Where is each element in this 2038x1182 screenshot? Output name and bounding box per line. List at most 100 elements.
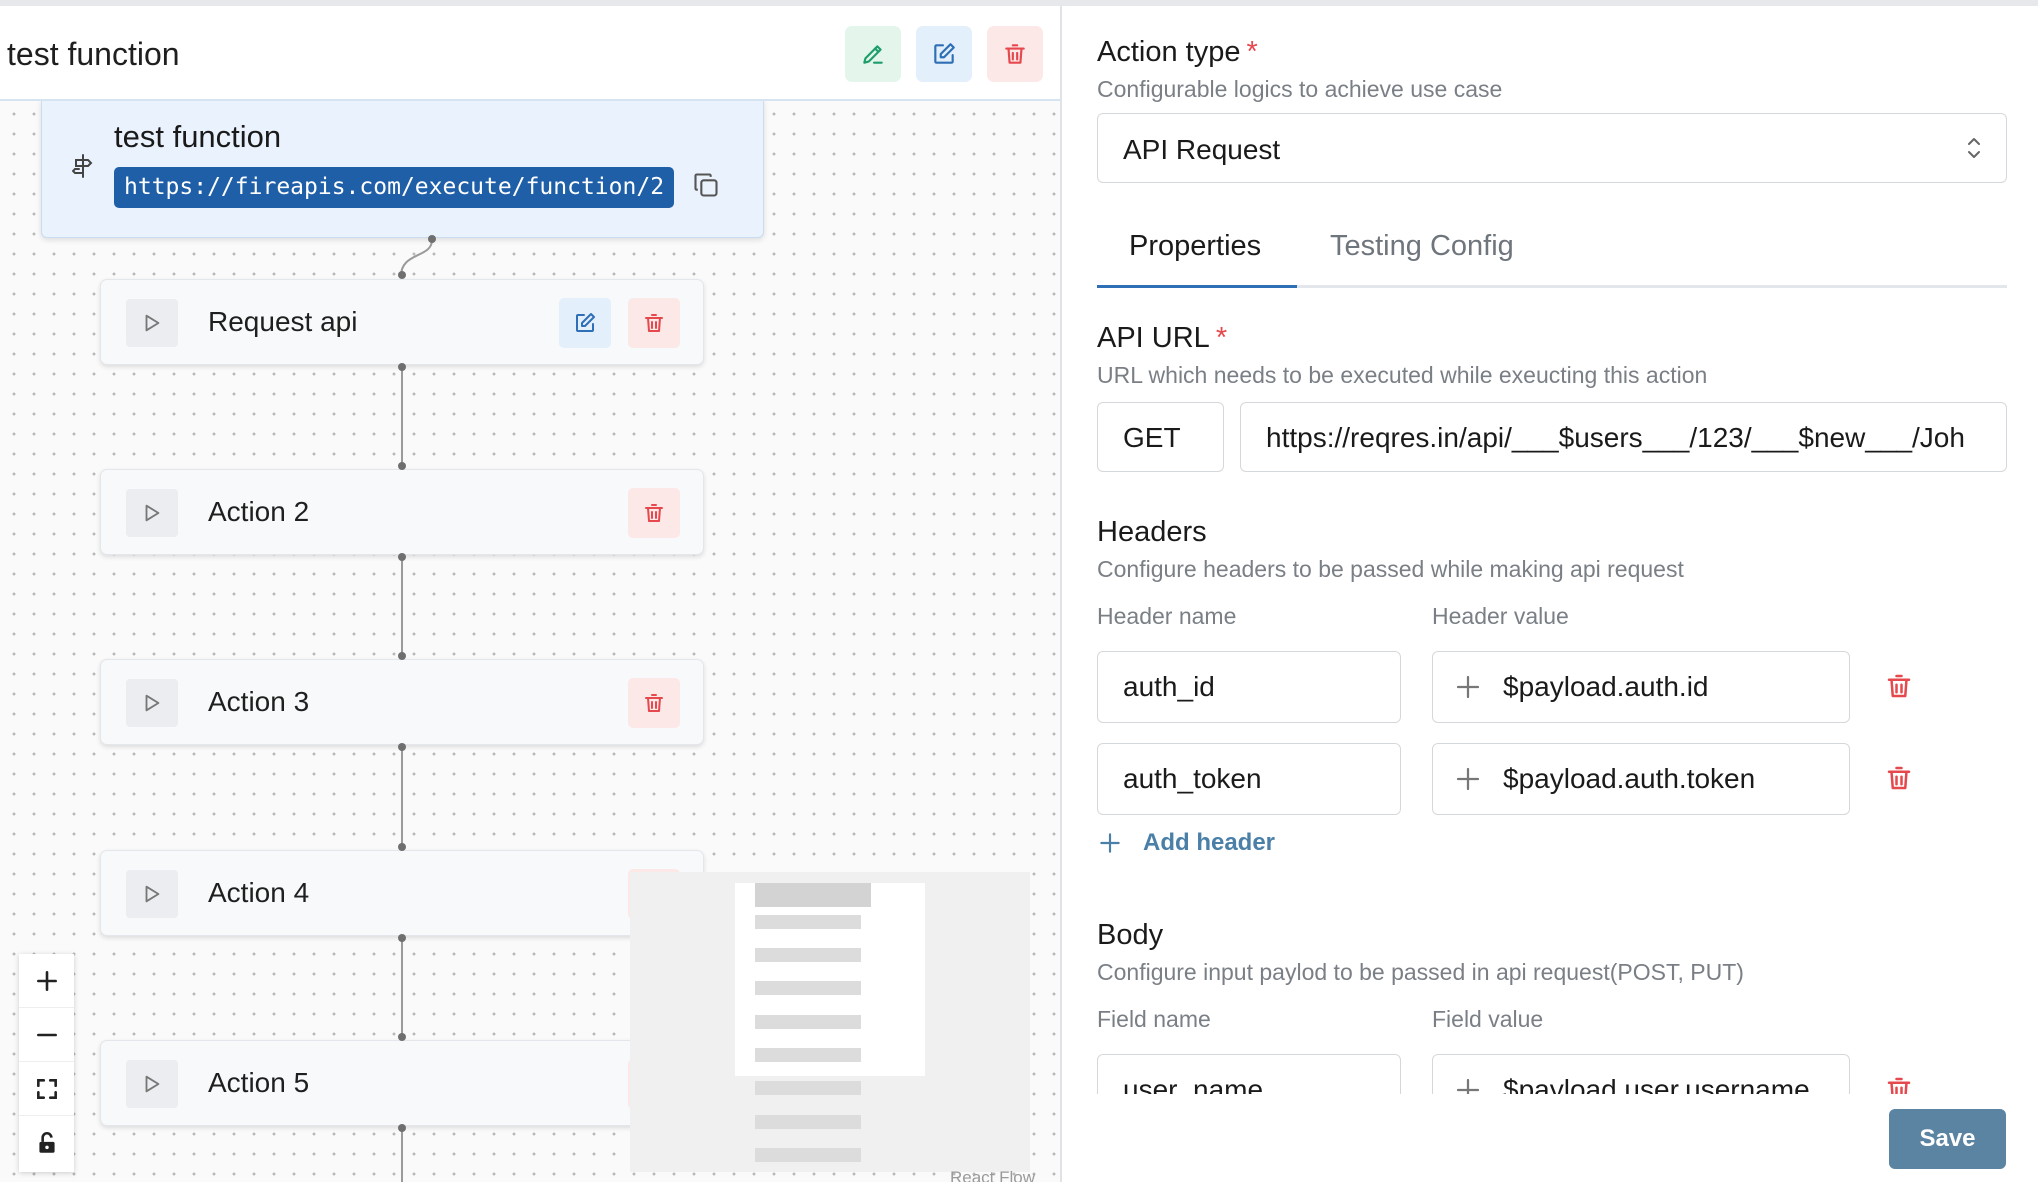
api-url-description: URL which needs to be executed while exe… — [1097, 362, 1708, 388]
field-name-value: user_name — [1123, 1074, 1264, 1094]
field-name-input[interactable]: user_name — [1097, 1054, 1401, 1094]
header-name-label: Header name — [1097, 603, 1237, 629]
api-url-input[interactable]: https://reqres.in/api/___$users___/123/_… — [1240, 402, 2007, 472]
field-value-label: Field value — [1432, 1006, 1544, 1032]
signpost-icon — [72, 154, 93, 178]
plus-icon[interactable] — [1453, 764, 1483, 794]
deploy-button[interactable] — [845, 26, 901, 82]
zoom-in-button[interactable] — [19, 954, 74, 1008]
edit-icon — [576, 313, 595, 332]
add-header-button[interactable]: Add header — [1097, 829, 1275, 857]
header-name-input[interactable]: auth_token — [1097, 743, 1401, 815]
header-name-input[interactable]: auth_id — [1097, 651, 1401, 723]
edge-line — [401, 557, 403, 657]
window-top-border — [0, 0, 2038, 6]
http-method-value: GET — [1123, 422, 1181, 453]
headers-description: Configure headers to be passed while mak… — [1097, 556, 1684, 582]
action-type-select[interactable]: API Request — [1097, 113, 2007, 183]
react-flow-attribution[interactable]: React Flow — [950, 1168, 1035, 1182]
active-tab-indicator — [1097, 285, 1297, 288]
run-action-button[interactable] — [126, 489, 178, 537]
edge-handle[interactable] — [398, 743, 406, 751]
save-button[interactable]: Save — [1889, 1109, 2006, 1169]
trash-icon — [645, 694, 663, 712]
minimap[interactable] — [630, 872, 1030, 1172]
minimap-node — [755, 883, 871, 907]
action-node[interactable]: Action 5 — [100, 1040, 704, 1126]
edge-handle[interactable] — [398, 271, 406, 279]
tab-properties[interactable]: Properties — [1129, 230, 1261, 263]
plus-icon[interactable] — [1453, 1075, 1483, 1094]
run-action-button[interactable] — [126, 870, 178, 918]
chevron-up-down-icon — [1968, 138, 1980, 158]
play-icon — [145, 314, 160, 332]
action-node[interactable]: Action 4 — [100, 850, 704, 936]
run-action-button[interactable] — [126, 1060, 178, 1108]
edge-line — [401, 938, 403, 1038]
minimap-node — [755, 1015, 861, 1029]
header-value-input[interactable]: $payload.auth.token — [1432, 743, 1850, 815]
header-name-value: auth_token — [1123, 763, 1262, 794]
run-action-button[interactable] — [126, 679, 178, 727]
minimap-node — [755, 981, 861, 995]
panel-tabs: Properties Testing Config — [1097, 218, 2007, 288]
body-description: Configure input paylod to be passed in a… — [1097, 959, 1744, 985]
minimap-node — [755, 915, 861, 929]
delete-action-button[interactable] — [628, 298, 680, 348]
edge-handle[interactable] — [398, 934, 406, 942]
plus-icon[interactable] — [1453, 672, 1483, 702]
required-mark: * — [1215, 322, 1228, 354]
edit-function-button[interactable] — [916, 26, 972, 82]
action-type-value: API Request — [1123, 134, 1281, 165]
body-title: Body — [1097, 919, 1164, 951]
api-url-title: API URL — [1097, 322, 1210, 354]
edit-action-button[interactable] — [559, 298, 611, 348]
trash-icon[interactable] — [1884, 1074, 1914, 1094]
action-node[interactable]: Request api — [100, 279, 704, 365]
action-type-title: Action type — [1097, 36, 1241, 68]
function-node-title: test function — [114, 119, 282, 154]
api-url-heading: API URL * — [1097, 322, 1227, 355]
action-node[interactable]: Action 2 — [100, 469, 704, 555]
header-value-text: $payload.auth.id — [1503, 671, 1709, 702]
trash-icon[interactable] — [1884, 671, 1914, 701]
required-mark: * — [1246, 36, 1258, 68]
flow-header: test function — [0, 6, 1060, 101]
action-label: Action 5 — [208, 1067, 310, 1098]
run-action-button[interactable] — [126, 299, 178, 347]
edge-line — [401, 367, 403, 467]
minimap-node — [755, 1115, 861, 1129]
delete-function-button[interactable] — [987, 26, 1043, 82]
zoom-out-button[interactable] — [19, 1008, 74, 1062]
field-value-input[interactable]: $payload.user.username — [1432, 1054, 1850, 1094]
edge-handle[interactable] — [398, 462, 406, 470]
lock-toggle-button[interactable] — [19, 1116, 74, 1170]
trash-icon — [1005, 44, 1025, 64]
delete-action-button[interactable] — [628, 678, 680, 728]
trash-icon[interactable] — [1884, 763, 1914, 793]
edge-handle[interactable] — [398, 1124, 406, 1132]
play-icon — [145, 504, 160, 522]
edge-handle[interactable] — [398, 553, 406, 561]
edge-handle[interactable] — [398, 363, 406, 371]
edge-handle[interactable] — [398, 1033, 406, 1041]
add-header-label: Add header — [1143, 829, 1276, 856]
edge-handle[interactable] — [398, 843, 406, 851]
minimap-node — [755, 1081, 861, 1095]
plus-icon — [36, 970, 57, 991]
flow-canvas[interactable]: test function test function https://fire… — [0, 0, 1060, 1182]
edge-line — [401, 747, 403, 847]
edge-handle[interactable] — [428, 235, 436, 243]
http-method-select[interactable]: GET — [1097, 402, 1224, 472]
api-url-value: https://reqres.in/api/___$users___/123/_… — [1266, 422, 1965, 453]
tab-testing-config[interactable]: Testing Config — [1330, 230, 1514, 263]
action-node[interactable]: Action 3 — [100, 659, 704, 745]
header-value-input[interactable]: $payload.auth.id — [1432, 651, 1850, 723]
fit-view-button[interactable] — [19, 1062, 74, 1116]
edge-handle[interactable] — [398, 652, 406, 660]
function-node[interactable]: test function https://fireapis.com/execu… — [41, 100, 764, 238]
delete-action-button[interactable] — [628, 488, 680, 538]
headers-title: Headers — [1097, 516, 1207, 548]
copy-icon[interactable] — [692, 171, 720, 199]
trash-icon — [645, 504, 663, 522]
